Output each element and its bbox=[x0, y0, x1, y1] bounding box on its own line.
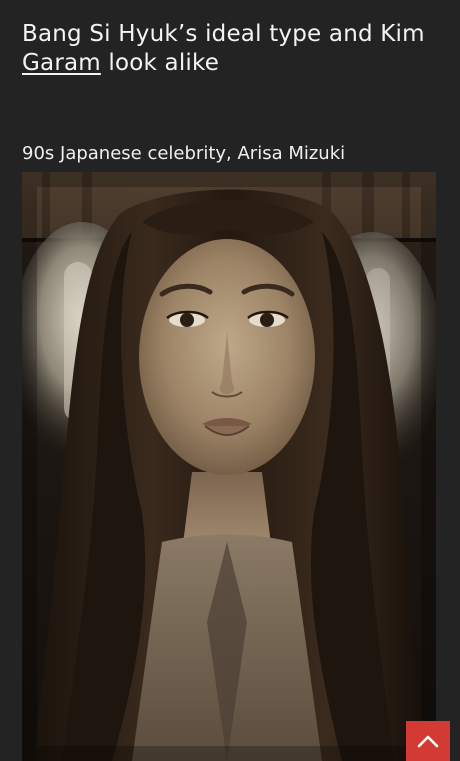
title-text-end: look alike bbox=[100, 50, 220, 76]
article-title: Bang Si Hyuk’s ideal type and Kim Garam … bbox=[22, 20, 442, 78]
portrait-photo bbox=[22, 172, 436, 761]
chevron-up-icon bbox=[417, 735, 439, 748]
scroll-to-top-button[interactable] bbox=[406, 721, 450, 761]
garam-link[interactable]: Garam bbox=[22, 50, 101, 76]
title-text-start: Bang Si Hyuk’s ideal type and Kim bbox=[22, 21, 425, 47]
article-page: Bang Si Hyuk’s ideal type and Kim Garam … bbox=[0, 0, 460, 761]
image-caption: 90s Japanese celebrity, Arisa Mizuki bbox=[22, 143, 346, 164]
